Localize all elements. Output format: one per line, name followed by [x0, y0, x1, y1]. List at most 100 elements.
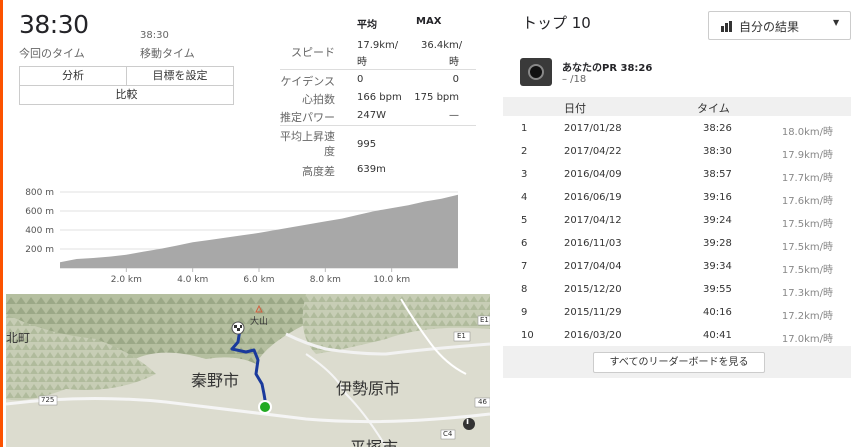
- pr-label: あなたのPR 38:26: [562, 63, 653, 74]
- stat-divider: [280, 69, 476, 70]
- leaderboard-row[interactable]: 8 2015/12/20 39:55 17.3km/時: [503, 278, 851, 301]
- row-time: 39:55: [703, 284, 732, 295]
- camera-avatar-icon: [520, 58, 552, 86]
- stat-max-cadence: 0: [452, 74, 459, 85]
- row-rank: 5: [521, 215, 528, 226]
- route-map[interactable]: 秦野市 伊勢原市 平塚市 大山 北町 725 E1 E1 46 C4 i: [6, 294, 490, 447]
- compare-button[interactable]: 比較: [20, 86, 233, 105]
- leaderboard-row[interactable]: 5 2017/04/12 39:24 17.5km/時: [503, 209, 851, 232]
- row-date: 2016/03/20: [564, 330, 622, 341]
- row-rank: 4: [521, 192, 528, 203]
- row-time: 39:16: [703, 192, 732, 203]
- route-label-46: 46: [478, 398, 487, 406]
- chevron-down-icon: ▼: [833, 18, 840, 27]
- elapsed-time: 38:30: [19, 10, 89, 39]
- row-speed: 17.3km/時: [781, 288, 833, 299]
- moving-label: 移動タイム: [140, 47, 195, 60]
- row-date: 2015/11/29: [564, 307, 622, 318]
- row-time: 38:57: [703, 169, 732, 180]
- row-date: 2015/12/20: [564, 284, 622, 295]
- y-tick-label: 800 m: [25, 188, 54, 198]
- leaderboard-row[interactable]: 2 2017/04/22 38:30 17.9km/時: [503, 140, 851, 163]
- leaderboard-row[interactable]: 7 2017/04/04 39:34 17.5km/時: [503, 255, 851, 278]
- set-goal-button[interactable]: 目標を設定: [126, 67, 233, 85]
- stat-divider: [280, 125, 476, 126]
- row-time: 38:26: [703, 123, 732, 134]
- y-tick-label: 400 m: [25, 226, 54, 236]
- map-label-isehara: 伊勢原市: [336, 379, 401, 398]
- start-icon: [258, 400, 272, 414]
- stat-avg-heartrate: 166 bpm: [357, 92, 402, 103]
- row-rank: 1: [521, 123, 528, 134]
- leaderboard-row[interactable]: 4 2016/06/19 39:16 17.6km/時: [503, 186, 851, 209]
- x-tick-label: 8.0 km: [310, 275, 341, 285]
- leaderboard-row[interactable]: 1 2017/01/28 38:26 18.0km/時: [503, 117, 851, 140]
- leaderboard-row[interactable]: 3 2016/04/09 38:57 17.7km/時: [503, 163, 851, 186]
- stat-max-heartrate: 175 bpm: [414, 92, 459, 103]
- row-speed: 17.5km/時: [781, 265, 833, 276]
- x-axis-labels: 2.0 km 4.0 km 6.0 km 8.0 km 10.0 km: [111, 268, 410, 285]
- route-label-e1b: E1: [457, 332, 466, 340]
- stat-label-climb-rate: 平均上昇速度: [280, 130, 335, 158]
- map-label-west: 北町: [6, 331, 31, 345]
- row-speed: 18.0km/時: [781, 127, 833, 138]
- row-date: 2016/06/19: [564, 192, 622, 203]
- bar-chart-icon: [721, 21, 732, 32]
- stat-label-power: 推定パワー: [280, 111, 335, 124]
- row-time: 39:28: [703, 238, 732, 249]
- row-speed: 17.5km/時: [781, 219, 833, 230]
- y-axis-labels: 800 m 600 m 400 m 200 m: [25, 188, 54, 255]
- leaderboard-row[interactable]: 9 2015/11/29 40:16 17.2km/時: [503, 301, 851, 324]
- row-speed: 17.0km/時: [781, 334, 833, 345]
- row-date: 2016/04/09: [564, 169, 622, 180]
- view-all-leaderboards-button[interactable]: すべてのリーダーボードを見る: [593, 352, 765, 373]
- elapsed-label: 今回のタイム: [19, 47, 85, 60]
- row-time: 40:16: [703, 307, 732, 318]
- row-rank: 2: [521, 146, 528, 157]
- moving-time: 38:30: [140, 30, 169, 41]
- stat-max-power: —: [449, 110, 459, 121]
- row-time: 39:24: [703, 215, 732, 226]
- analysis-button[interactable]: 分析: [20, 67, 126, 85]
- x-tick-label: 10.0 km: [373, 275, 410, 285]
- stat-label-heartrate: 心拍数: [302, 93, 335, 106]
- stats-max-header: MAX: [416, 16, 442, 27]
- row-speed: 17.6km/時: [781, 196, 833, 207]
- row-date: 2017/04/04: [564, 261, 622, 272]
- x-tick-label: 6.0 km: [243, 275, 274, 285]
- results-filter-dropdown[interactable]: 自分の結果 ▼: [708, 11, 851, 40]
- y-tick-label: 600 m: [25, 207, 54, 217]
- leaderboard-row[interactable]: 6 2016/11/03 39:28 17.5km/時: [503, 232, 851, 255]
- stat-avg-climb-rate: 995: [357, 139, 377, 150]
- row-rank: 9: [521, 307, 528, 318]
- row-time: 39:34: [703, 261, 732, 272]
- row-date: 2017/04/22: [564, 146, 622, 157]
- row-rank: 7: [521, 261, 528, 272]
- y-tick-label: 200 m: [25, 245, 54, 255]
- row-speed: 17.5km/時: [781, 242, 833, 253]
- row-time: 40:41: [703, 330, 732, 341]
- stat-avg-elevation: 639m: [357, 164, 386, 175]
- route-label-725: 725: [41, 396, 55, 404]
- stat-avg-power: 247W: [357, 110, 386, 121]
- pr-rank: – /18: [562, 74, 587, 85]
- stat-label-elevation: 高度差: [302, 165, 335, 178]
- map-label-hadano: 秦野市: [191, 371, 240, 390]
- row-date: 2016/11/03: [564, 238, 622, 249]
- row-rank: 8: [521, 284, 528, 295]
- row-date: 2017/04/12: [564, 215, 622, 226]
- map-label-oyama: 大山: [250, 317, 269, 327]
- row-rank: 6: [521, 238, 528, 249]
- row-speed: 17.9km/時: [781, 150, 833, 161]
- personal-record: あなたのPR 38:26 – /18: [503, 50, 851, 94]
- leaderboard-row[interactable]: 10 2016/03/20 40:41 17.0km/時: [503, 324, 851, 347]
- route-label-e1: E1: [480, 316, 489, 324]
- x-tick-label: 4.0 km: [177, 275, 208, 285]
- map-label-hiratsuka: 平塚市: [350, 434, 398, 447]
- col-time-header: タイム: [697, 102, 730, 115]
- stat-avg-speed: 17.9km/時: [357, 40, 399, 68]
- map-info-icon[interactable]: i: [466, 417, 469, 427]
- row-rank: 10: [521, 330, 534, 341]
- elevation-chart: 800 m 600 m 400 m 200 m 2.0 km 4.0 km 6.0 km 8…: [25, 188, 458, 285]
- leaderboard-footer: すべてのリーダーボードを見る: [503, 346, 851, 378]
